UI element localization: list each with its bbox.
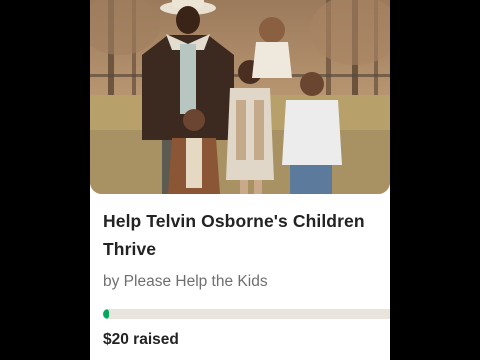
video-frame: Help Telvin Osborne's Children Thrive by…	[0, 0, 480, 360]
donation-progress-bar	[103, 309, 390, 319]
organizer-name: by Please Help the Kids	[103, 273, 268, 290]
family-photo[interactable]	[90, 0, 390, 194]
campaign-title[interactable]: Help Telvin Osborne's Children Thrive	[103, 207, 388, 263]
fundraiser-card[interactable]: Help Telvin Osborne's Children Thrive by…	[90, 0, 390, 360]
amount-raised: $20 raised	[103, 331, 179, 348]
donation-progress-fill	[103, 309, 109, 319]
